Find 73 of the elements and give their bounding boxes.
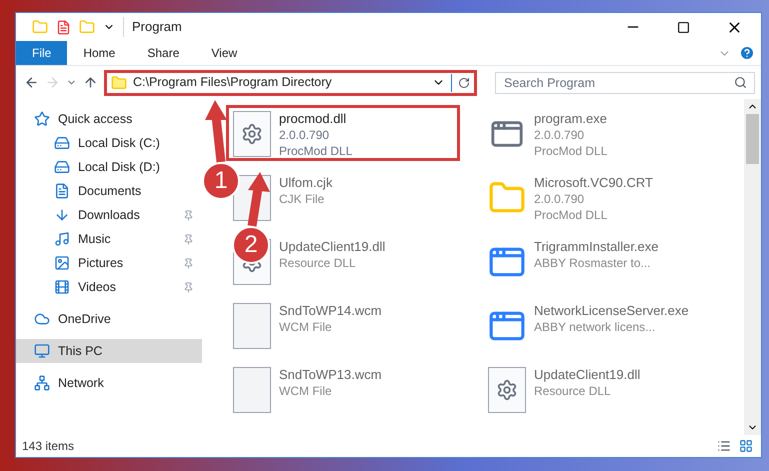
new-folder-icon — [79, 19, 95, 35]
file-detail: ProcMod DLL — [279, 143, 352, 159]
file-name: SndToWP13.wcm — [279, 367, 382, 383]
file-name: UpdateClient19.dll — [279, 239, 386, 255]
blank-file-icon — [233, 367, 271, 413]
refresh-icon[interactable] — [458, 76, 470, 88]
monitor-icon — [34, 343, 50, 359]
ribbon-tab[interactable]: Share — [131, 41, 196, 65]
blank-file-icon — [233, 303, 271, 349]
maximize-icon[interactable] — [677, 20, 690, 34]
sidebar-item[interactable]: Local Disk (C:) — [16, 131, 202, 155]
file-name: Ulfom.cjk — [279, 175, 332, 191]
file-name: TrigrammInstaller.exe — [534, 239, 658, 255]
properties-icon — [56, 20, 71, 34]
file-detail: Resource DLL — [279, 255, 357, 271]
scrollbar[interactable] — [744, 99, 761, 435]
sidebar-item[interactable]: Downloads — [16, 203, 202, 227]
drive-icon — [54, 135, 70, 151]
file-detail: ABBY Rosmaster to... — [534, 255, 652, 271]
star-icon — [34, 111, 50, 127]
file-name: procmod.dll — [279, 111, 348, 127]
file-name: NetworkLicenseServer.exe — [534, 303, 689, 319]
search-field[interactable]: Search Program — [495, 72, 755, 94]
sidebar-item[interactable]: Documents — [16, 179, 202, 203]
settings-file-icon — [233, 111, 271, 157]
sidebar-item[interactable]: OneDrive — [16, 307, 202, 331]
window-title: Program — [123, 17, 607, 37]
search-icon[interactable] — [734, 76, 747, 88]
ribbon-tab[interactable]: File — [16, 41, 68, 65]
file-detail: WCM File — [279, 383, 333, 399]
ribbon-tab[interactable]: View — [195, 41, 254, 65]
file-detail: 2.0.0.790 — [534, 191, 586, 207]
file-name: SndToWP14.wcm — [279, 303, 382, 319]
sidebar-item[interactable]: Quick access — [16, 107, 202, 131]
settings-file-icon — [488, 367, 526, 413]
file-detail: WCM File — [279, 319, 333, 335]
file-detail: ABBY network licens... — [534, 319, 656, 335]
file-detail: CJK File — [279, 191, 326, 207]
address-field[interactable]: C:\Program Files\Program Directory — [104, 70, 477, 96]
selected-file-tile[interactable]: procmod.dll 2.0.0.790 ProcMod DLL — [226, 105, 460, 161]
cloud-icon — [34, 311, 50, 327]
annotation-arrow — [248, 172, 270, 227]
file-detail: ProcMod DLL — [534, 207, 608, 223]
folder-icon — [111, 74, 127, 90]
film-icon — [54, 279, 70, 295]
sidebar-item[interactable]: This PC — [16, 339, 202, 363]
music-note-icon — [54, 231, 70, 247]
scrollbar-thumb[interactable] — [746, 114, 759, 164]
sidebar-item[interactable]: Music — [16, 227, 202, 251]
large-icons-view-icon[interactable] — [739, 439, 753, 453]
sidebar-item[interactable]: Network — [16, 371, 202, 395]
annotation-arrow — [205, 100, 227, 162]
document-icon — [54, 183, 70, 199]
back-icon[interactable] — [24, 75, 39, 90]
sidebar-item[interactable]: Pictures — [16, 251, 202, 275]
picture-icon — [54, 255, 70, 271]
item-count: 143 items — [22, 438, 76, 455]
file-detail: 2.0.0.790 — [534, 127, 586, 143]
file-name: UpdateClient19.dll — [534, 367, 640, 383]
help-icon[interactable] — [739, 45, 755, 61]
drive-icon — [54, 159, 70, 175]
file-detail: Resource DLL — [534, 383, 612, 399]
details-view-icon[interactable] — [717, 439, 731, 453]
up-icon[interactable] — [83, 75, 98, 90]
folder-icon — [32, 19, 48, 35]
sidebar-item[interactable]: Local Disk (D:) — [16, 155, 202, 179]
file-detail: 2.0.0.790 — [279, 127, 330, 143]
file-name: program.exe — [534, 111, 608, 127]
file-detail: ProcMod DLL — [534, 143, 608, 159]
file-name: Microsoft.VC90.CRT — [534, 175, 653, 191]
sidebar-item[interactable]: Videos — [16, 275, 202, 299]
network-icon — [34, 375, 50, 391]
ribbon-tab[interactable]: Home — [67, 41, 132, 65]
